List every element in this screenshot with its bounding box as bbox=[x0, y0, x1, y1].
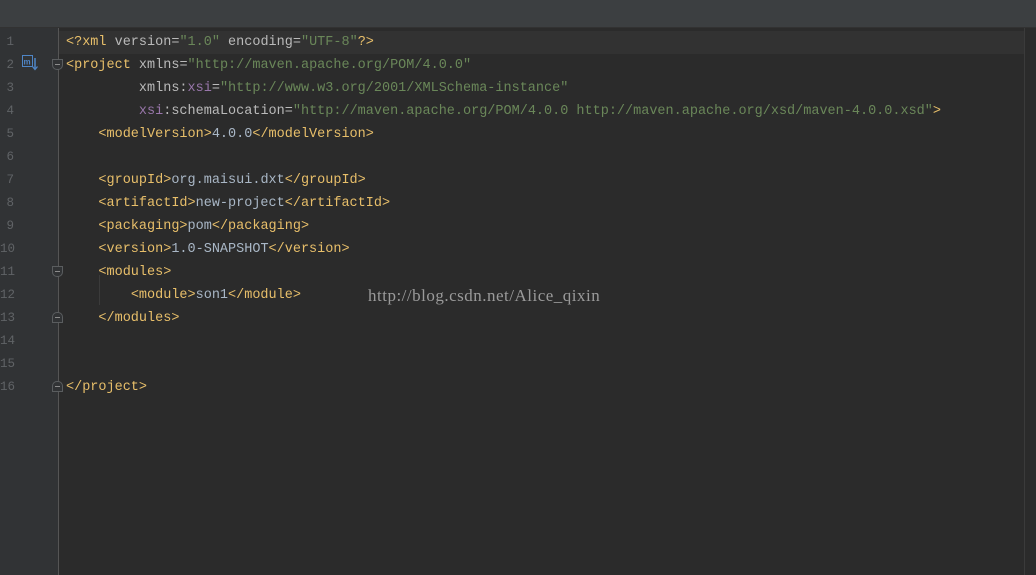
code-line[interactable]: <modelVersion>4.0.0</modelVersion> bbox=[66, 123, 374, 146]
svg-text:m: m bbox=[24, 58, 31, 67]
tag-text: 1.0-SNAPSHOT bbox=[171, 242, 269, 257]
code-line[interactable]: xsi:schemaLocation="http://maven.apache.… bbox=[66, 100, 941, 123]
line-number: 16 bbox=[0, 380, 16, 394]
tag-text: new-project bbox=[195, 196, 285, 211]
tag-close: </project> bbox=[66, 380, 148, 395]
tag-close: </modelVersion> bbox=[252, 127, 374, 142]
tag-close: </modules> bbox=[98, 311, 180, 326]
right-margin-guide bbox=[1024, 28, 1025, 575]
xml-declaration-close: ?> bbox=[357, 35, 374, 50]
code-line[interactable]: xmlns:xsi="http://www.w3.org/2001/XMLSch… bbox=[66, 77, 568, 100]
tag-open: <project bbox=[66, 58, 139, 73]
attr-name: version bbox=[114, 35, 172, 50]
gutter: 1 2 3 4 5 6 7 8 9 10 11 12 13 14 15 16 m bbox=[0, 28, 63, 575]
tag-close: </artifactId> bbox=[284, 196, 391, 211]
equals: = bbox=[211, 81, 220, 96]
tag-open: <groupId> bbox=[98, 173, 172, 188]
namespace: xsi bbox=[187, 81, 212, 96]
maven-icon[interactable]: m bbox=[22, 55, 38, 71]
line-number: 9 bbox=[6, 219, 14, 233]
tag-text: son1 bbox=[195, 288, 229, 303]
line-number: 14 bbox=[0, 334, 16, 348]
tag-open: <version> bbox=[98, 242, 172, 257]
line-number: 7 bbox=[6, 173, 14, 187]
code-line[interactable]: <?xml version="1.0" encoding="UTF-8"?> bbox=[66, 31, 374, 54]
tag-text: org.maisui.dxt bbox=[171, 173, 285, 188]
tag-close: </module> bbox=[228, 288, 301, 303]
attr-name: xmlns: bbox=[138, 81, 188, 96]
line-number: 8 bbox=[6, 196, 14, 210]
code-line[interactable]: <groupId>org.maisui.dxt</groupId> bbox=[66, 169, 366, 192]
line-number: 12 bbox=[0, 288, 16, 302]
code-line[interactable]: <packaging>pom</packaging> bbox=[66, 215, 309, 238]
line-number: 3 bbox=[6, 81, 14, 95]
equals: = bbox=[284, 104, 293, 119]
tag-open: <module> bbox=[130, 288, 196, 303]
tag-text: 4.0.0 bbox=[211, 127, 253, 142]
tag-open: <modules> bbox=[98, 265, 172, 280]
attr-name: encoding bbox=[219, 35, 293, 50]
watermark: http://blog.csdn.net/Alice_qixin bbox=[368, 286, 601, 305]
line-number: 1 bbox=[6, 35, 14, 49]
code-line[interactable]: <module>son1</module> bbox=[66, 284, 301, 307]
attr-value: "http://www.w3.org/2001/XMLSchema-instan… bbox=[219, 81, 569, 96]
code-line[interactable]: <modules> bbox=[66, 261, 171, 284]
line-number: 4 bbox=[6, 104, 14, 118]
code-line[interactable]: <artifactId>new-project</artifactId> bbox=[66, 192, 390, 215]
equals: = bbox=[292, 35, 301, 50]
fold-marker-modules-end-icon[interactable] bbox=[52, 312, 63, 323]
line-number: 5 bbox=[6, 127, 14, 141]
xml-declaration-open: <?xml bbox=[66, 35, 115, 50]
code-line[interactable]: <version>1.0-SNAPSHOT</version> bbox=[66, 238, 350, 261]
attr-name: :schemaLocation bbox=[163, 104, 285, 119]
line-number: 11 bbox=[0, 265, 16, 279]
attr-value: "1.0" bbox=[179, 35, 220, 50]
tag-open: <packaging> bbox=[98, 219, 188, 234]
tag-close: </version> bbox=[268, 242, 350, 257]
line-number: 6 bbox=[6, 150, 14, 164]
line-number: 2 bbox=[6, 58, 14, 72]
code-line[interactable]: <project xmlns="http://maven.apache.org/… bbox=[66, 54, 471, 77]
tag-close: </groupId> bbox=[284, 173, 366, 188]
tag-open: <modelVersion> bbox=[98, 127, 212, 142]
equals: = bbox=[179, 58, 188, 73]
attr-value: "http://maven.apache.org/POM/4.0.0 http:… bbox=[292, 104, 933, 119]
editor-tab-bar bbox=[0, 0, 1036, 28]
fold-marker-project-icon[interactable] bbox=[52, 59, 63, 70]
fold-marker-project-end-icon[interactable] bbox=[52, 381, 63, 392]
tag-text: pom bbox=[187, 219, 212, 234]
fold-marker-modules-icon[interactable] bbox=[52, 266, 63, 277]
tag-close: > bbox=[932, 104, 941, 119]
code-line[interactable]: </project> bbox=[66, 376, 147, 399]
line-number: 13 bbox=[0, 311, 16, 325]
code-editor[interactable]: 1 2 3 4 5 6 7 8 9 10 11 12 13 14 15 16 m… bbox=[0, 28, 1036, 575]
line-number: 10 bbox=[0, 242, 16, 256]
tag-close: </packaging> bbox=[211, 219, 310, 234]
line-number: 15 bbox=[0, 357, 16, 371]
attr-value: "UTF-8" bbox=[300, 35, 358, 50]
attr-name: xmlns bbox=[138, 58, 180, 73]
code-line[interactable]: </modules> bbox=[66, 307, 179, 330]
attr-value: "http://maven.apache.org/POM/4.0.0" bbox=[187, 58, 472, 73]
tag-open: <artifactId> bbox=[98, 196, 196, 211]
namespace: xsi bbox=[138, 104, 164, 119]
